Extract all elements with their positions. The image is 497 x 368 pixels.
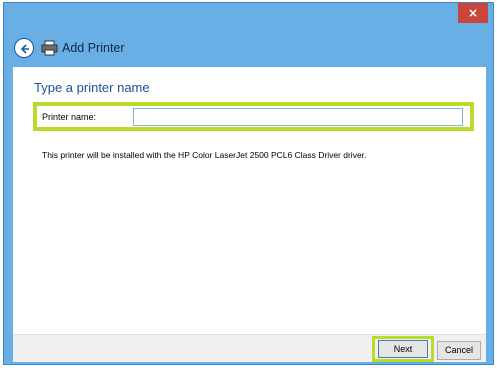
close-button[interactable]: × (458, 3, 488, 23)
wizard-content: Type a printer name Printer name: This p… (13, 67, 486, 334)
wizard-footer: Next Cancel (13, 334, 486, 362)
printer-name-row: Printer name: (33, 102, 474, 131)
page-title: Type a printer name (34, 80, 150, 95)
printer-icon (41, 40, 58, 56)
printer-name-label: Printer name: (42, 112, 97, 122)
next-button[interactable]: Next (378, 340, 428, 358)
driver-info-text: This printer will be installed with the … (42, 150, 367, 160)
cancel-button[interactable]: Cancel (437, 341, 481, 360)
add-printer-window: × Add Printer Type a printer name Printe… (3, 2, 494, 365)
wizard-header: Add Printer (4, 33, 493, 65)
window-title: Add Printer (62, 41, 125, 55)
printer-name-input[interactable] (133, 108, 463, 126)
next-button-highlight: Next (372, 336, 434, 362)
back-arrow-icon[interactable] (14, 38, 34, 58)
